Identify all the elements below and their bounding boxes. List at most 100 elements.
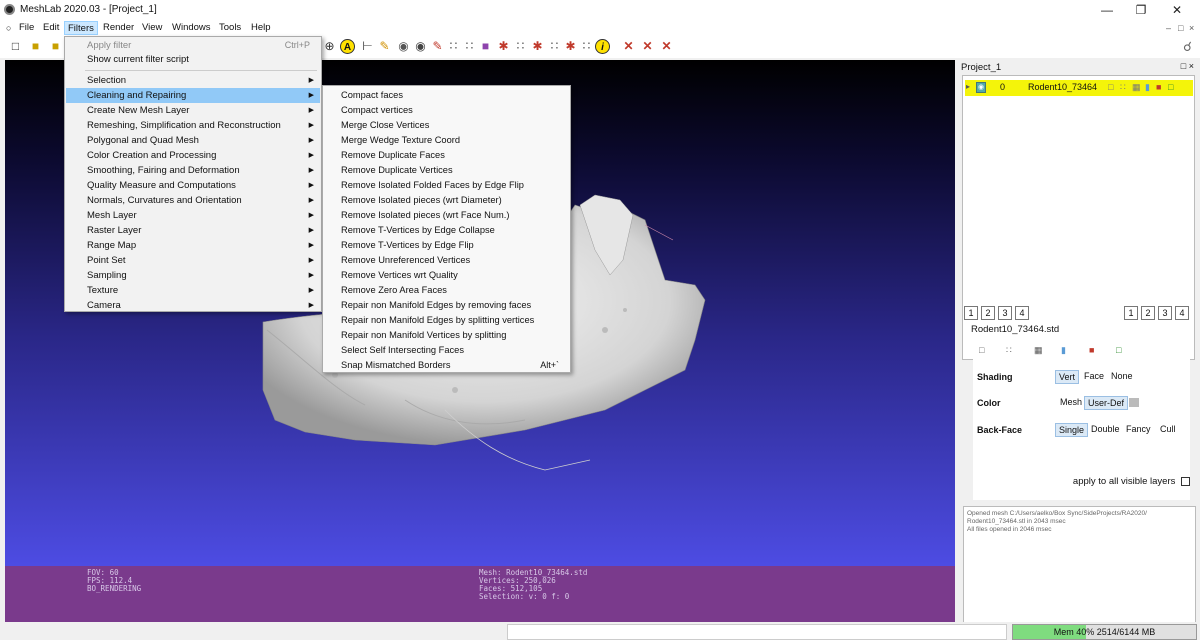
mdi-minimize-icon[interactable]: –	[1166, 23, 1171, 33]
menu-edit[interactable]: Edit	[40, 21, 62, 35]
menu-windows[interactable]: Windows	[169, 21, 214, 35]
tab-num-2-right[interactable]: 2	[1141, 306, 1155, 320]
shading-face-option[interactable]: Face	[1081, 370, 1107, 382]
color-mesh-option[interactable]: Mesh	[1057, 396, 1085, 408]
save-folder-icon[interactable]: ■	[48, 39, 63, 54]
backface-cull-option[interactable]: Cull	[1157, 423, 1179, 435]
menu-category-smoothing-fairing-and-deformation[interactable]: Smoothing, Fairing and Deformation ▶	[66, 163, 320, 178]
submenu-item-remove-isolated-folded-faces-by-edge-flip[interactable]: Remove Isolated Folded Faces by Edge Fli…	[324, 178, 569, 193]
shading-vert-option[interactable]: Vert	[1055, 370, 1080, 384]
maximize-button[interactable]: ❐	[1126, 2, 1156, 18]
menu-category-mesh-layer[interactable]: Mesh Layer ▶	[66, 208, 320, 223]
menu-category-sampling[interactable]: Sampling ▶	[66, 268, 320, 283]
pick-points-icon[interactable]: ✎	[377, 39, 392, 54]
submenu-item-remove-t-vertices-by-edge-flip[interactable]: Remove T-Vertices by Edge Flip	[324, 238, 569, 253]
solid-icon[interactable]: ▮	[1061, 345, 1066, 356]
layer-tool-icon-1[interactable]: □	[1108, 82, 1113, 92]
menu-category-cleaning-and-repairing[interactable]: Cleaning and Repairing ▶	[66, 88, 320, 103]
crosshair-icon[interactable]: ⊕	[322, 39, 337, 54]
minimize-button[interactable]: —	[1092, 2, 1122, 18]
delete-faces-vertices-icon[interactable]: ✕	[659, 39, 674, 54]
layer-tool-icon-5[interactable]: ■	[1156, 82, 1161, 92]
paint-brush-icon[interactable]: ✎	[430, 39, 445, 54]
submenu-item-remove-duplicate-faces[interactable]: Remove Duplicate Faces	[324, 148, 569, 163]
select-component-icon[interactable]: ■	[478, 39, 493, 54]
submenu-item-remove-zero-area-faces[interactable]: Remove Zero Area Faces	[324, 283, 569, 298]
menu-category-polygonal-and-quad-mesh[interactable]: Polygonal and Quad Mesh ▶	[66, 133, 320, 148]
submenu-item-repair-non-manifold-edges-by-splitting-vertices[interactable]: Repair non Manifold Edges by splitting v…	[324, 313, 569, 328]
menu-render[interactable]: Render	[100, 21, 137, 35]
menu-category-camera[interactable]: Camera ▶	[66, 298, 320, 313]
select-faces-icon[interactable]: ∷	[462, 39, 477, 54]
menu-category-color-creation-and-processing[interactable]: Color Creation and Processing ▶	[66, 148, 320, 163]
submenu-item-snap-mismatched-borders[interactable]: Snap Mismatched Borders Alt+`	[324, 358, 569, 373]
tab-num-3-left[interactable]: 3	[998, 306, 1012, 320]
submenu-item-remove-vertices-wrt-quality[interactable]: Remove Vertices wrt Quality	[324, 268, 569, 283]
menu-file[interactable]: File	[16, 21, 37, 35]
expand-icon[interactable]: ▸	[966, 82, 970, 91]
tab-num-3-right[interactable]: 3	[1158, 306, 1172, 320]
menu-category-point-set[interactable]: Point Set ▶	[66, 253, 320, 268]
select-box-icon[interactable]: ∷	[579, 39, 594, 54]
menu-category-normals-curvatures-and-orientation[interactable]: Normals, Curvatures and Orientation ▶	[66, 193, 320, 208]
tab-num-4-left[interactable]: 4	[1015, 306, 1029, 320]
submenu-item-remove-isolated-pieces-wrt-face-num[interactable]: Remove Isolated pieces (wrt Face Num.)	[324, 208, 569, 223]
points-icon[interactable]: ∷	[1006, 345, 1012, 356]
shading-none-option[interactable]: None	[1108, 370, 1136, 382]
delete-vertices-icon[interactable]: ✕	[621, 39, 636, 54]
color-swatch[interactable]	[1129, 398, 1139, 407]
menu-category-selection[interactable]: Selection ▶	[66, 73, 320, 88]
info-icon[interactable]: i	[595, 39, 610, 54]
menu-show-filter-script[interactable]: Show current filter script	[66, 52, 320, 67]
color-user-def-option[interactable]: User-Def	[1084, 396, 1129, 410]
measure-tool-icon[interactable]: ⊢	[360, 39, 375, 54]
submenu-item-remove-t-vertices-by-edge-collapse[interactable]: Remove T-Vertices by Edge Collapse	[324, 223, 569, 238]
submenu-item-remove-duplicate-vertices[interactable]: Remove Duplicate Vertices	[324, 163, 569, 178]
annotation-a-icon[interactable]: A	[340, 39, 355, 54]
layer-tool-icon-3[interactable]: ▦	[1132, 82, 1141, 93]
menu-category-raster-layer[interactable]: Raster Layer ▶	[66, 223, 320, 238]
tab-num-1-left[interactable]: 1	[964, 306, 978, 320]
menu-category-create-new-mesh-layer[interactable]: Create New Mesh Layer ▶	[66, 103, 320, 118]
menu-category-quality-measure-and-computations[interactable]: Quality Measure and Computations ▶	[66, 178, 320, 193]
bbox-icon[interactable]: □	[979, 345, 984, 355]
render-icon[interactable]: ◉	[413, 39, 428, 54]
visibility-eye-icon[interactable]: ◉	[976, 82, 986, 93]
float-icon[interactable]: □	[1181, 61, 1186, 71]
menu-help[interactable]: Help	[248, 21, 274, 35]
delete-faces-icon[interactable]: ✕	[640, 39, 655, 54]
submenu-item-compact-faces[interactable]: Compact faces	[324, 88, 569, 103]
apply-all-checkbox[interactable]	[1181, 476, 1190, 486]
menu-category-remeshing-simplification-and-reconstruction[interactable]: Remeshing, Simplification and Reconstruc…	[66, 118, 320, 133]
camera-icon[interactable]: ◉	[396, 39, 411, 54]
menu-view[interactable]: View	[139, 21, 165, 35]
tab-num-2-left[interactable]: 2	[981, 306, 995, 320]
mdi-close-icon[interactable]: ×	[1189, 23, 1194, 33]
menu-category-range-map[interactable]: Range Map ▶	[66, 238, 320, 253]
select-region-icon[interactable]: ∷	[513, 39, 528, 54]
wireframe-icon[interactable]: ▦	[1034, 345, 1043, 356]
select-connected-icon[interactable]: ✱	[496, 39, 511, 54]
apply-all-row[interactable]: apply to all visible layers	[1073, 476, 1190, 487]
open-folder-icon[interactable]: ■	[28, 39, 43, 54]
texture-icon[interactable]: ■	[1089, 345, 1094, 355]
submenu-item-compact-vertices[interactable]: Compact vertices	[324, 103, 569, 118]
layer-row[interactable]: ▸ ◉ 0 Rodent10_73464 □ ∷ ▦ ▮ ■ □	[965, 80, 1193, 96]
submenu-item-repair-non-manifold-vertices-by-splitting[interactable]: Repair non Manifold Vertices by splittin…	[324, 328, 569, 343]
submenu-item-repair-non-manifold-edges-by-removing-faces[interactable]: Repair non Manifold Edges by removing fa…	[324, 298, 569, 313]
select-z-painting-icon[interactable]: ✱	[530, 39, 545, 54]
layer-tool-icon-2[interactable]: ∷	[1120, 82, 1126, 93]
submenu-item-merge-wedge-texture-coord[interactable]: Merge Wedge Texture Coord	[324, 133, 569, 148]
backface-fancy-option[interactable]: Fancy	[1123, 423, 1154, 435]
submenu-item-merge-close-vertices[interactable]: Merge Close Vertices	[324, 118, 569, 133]
submenu-item-remove-isolated-pieces-wrt-diameter[interactable]: Remove Isolated pieces (wrt Diameter)	[324, 193, 569, 208]
backface-double-option[interactable]: Double	[1088, 423, 1123, 435]
submenu-item-remove-unreferenced-vertices[interactable]: Remove Unreferenced Vertices	[324, 253, 569, 268]
tab-num-4-right[interactable]: 4	[1175, 306, 1189, 320]
mdi-restore-icon[interactable]: □	[1178, 23, 1183, 33]
close-button[interactable]: ✕	[1162, 2, 1192, 18]
select-vertices-icon[interactable]: ∷	[446, 39, 461, 54]
backface-single-option[interactable]: Single	[1055, 423, 1089, 437]
search-icon[interactable]: ☌	[1180, 39, 1195, 54]
menu-category-texture[interactable]: Texture ▶	[66, 283, 320, 298]
